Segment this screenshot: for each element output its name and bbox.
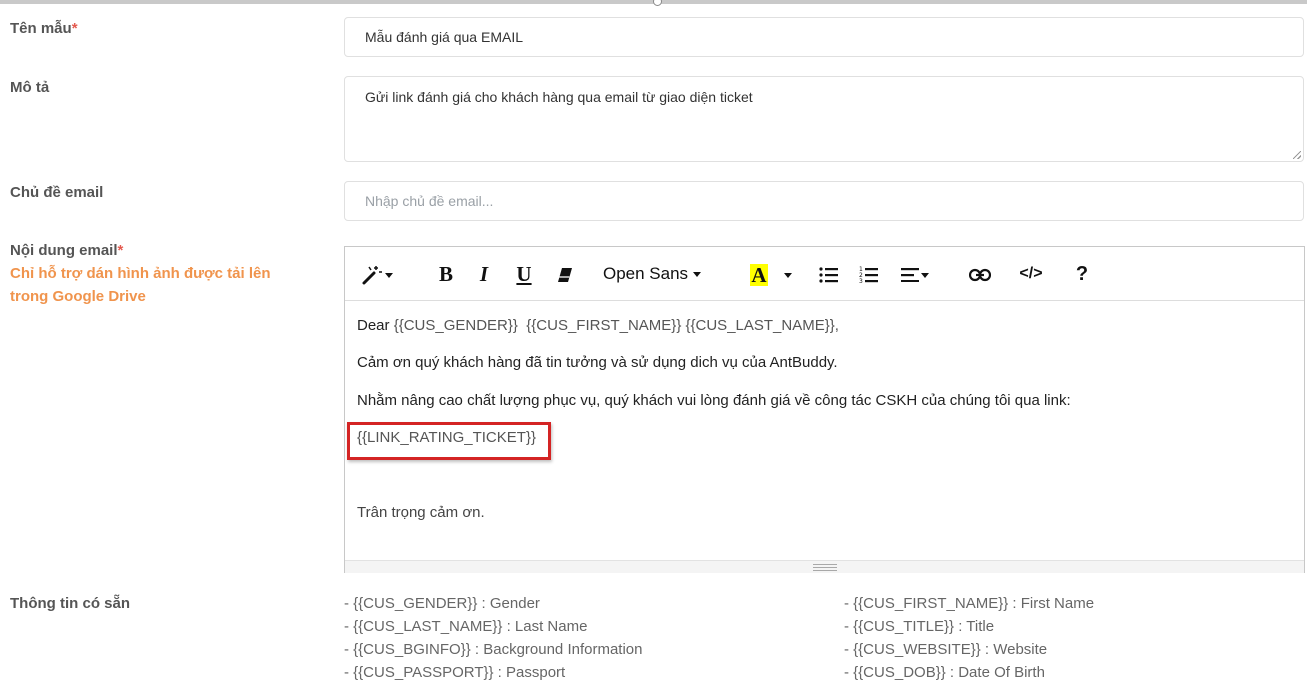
var-list-item: - {{CUS_TITLE}} : Title	[844, 618, 995, 635]
highlight-annotation-box	[347, 422, 551, 460]
editor-toolbar: B I U Open Sans A 1 2 3 </> ?	[345, 247, 1304, 301]
required-mark: *	[71, 20, 78, 37]
description-textarea[interactable]: Gửi link đánh giá cho khách hàng qua ema…	[344, 76, 1304, 162]
text-color-icon[interactable]: A	[747, 260, 771, 288]
email-content-editor[interactable]: B I U Open Sans A 1 2 3 </> ? Dear {{CUS…	[344, 246, 1305, 573]
text-color-glyph: A	[750, 263, 768, 288]
available-vars-right: - {{CUS_FIRST_NAME}} : First Name - {{CU…	[844, 592, 1094, 684]
svg-text:3: 3	[859, 278, 863, 284]
available-info-label: Thông tin có sẵn	[10, 595, 130, 612]
link-icon[interactable]	[967, 260, 993, 288]
var-cus-first-name: {{CUS_FIRST_NAME}}	[526, 317, 682, 334]
var-list-item: - {{CUS_GENDER}} : Gender	[344, 595, 540, 612]
underline-icon[interactable]: U	[511, 260, 537, 288]
email-subject-input[interactable]: Nhập chủ đề email...	[344, 181, 1304, 221]
italic-icon[interactable]: I	[473, 260, 495, 288]
numbered-list-icon[interactable]: 1 2 3	[857, 260, 881, 288]
bulleted-list-icon[interactable]	[817, 260, 841, 288]
required-mark: *	[117, 242, 124, 259]
closing-line: Trân trọng cảm ơn.	[357, 504, 485, 521]
var-list-item: - {{CUS_LAST_NAME}} : Last Name	[344, 618, 588, 635]
align-icon[interactable]	[897, 260, 933, 288]
image-paste-note: Chỉ hỗ trợ dán hình ảnh được tải lên tro…	[10, 265, 271, 305]
var-list-item: - {{CUS_PASSPORT}} : Passport	[344, 664, 566, 681]
var-list-item: - {{CUS_FIRST_NAME}} : First Name	[844, 595, 1095, 612]
top-scroll-divider	[0, 0, 1307, 6]
var-cus-gender: {{CUS_GENDER}}	[393, 317, 518, 334]
template-name-label: Tên mẫu*	[10, 20, 78, 37]
greeting-line: Dear {{CUS_GENDER}} {{CUS_FIRST_NAME}} {…	[357, 317, 839, 334]
email-content-label: Nội dung email*	[10, 242, 124, 259]
help-icon[interactable]: ?	[1071, 260, 1093, 288]
description-label: Mô tả	[10, 79, 50, 96]
request-line: Nhằm nâng cao chất lượng phục vụ, quý kh…	[357, 392, 1071, 409]
font-family-value: Open Sans	[603, 264, 689, 283]
resize-grip-icon[interactable]	[1293, 151, 1301, 159]
bold-icon[interactable]: B	[433, 260, 459, 288]
var-list-item: - {{CUS_BGINFO}} : Background Informatio…	[344, 641, 643, 658]
resize-handle-icon[interactable]	[813, 564, 837, 571]
var-list-item: - {{CUS_DOB}} : Date Of Birth	[844, 664, 1045, 681]
font-family-select[interactable]: Open Sans	[603, 260, 713, 288]
editor-resize-bar[interactable]	[345, 560, 1304, 573]
divider-handle-icon[interactable]	[653, 0, 662, 6]
email-subject-placeholder: Nhập chủ đề email...	[365, 193, 494, 209]
template-name-value: Mẫu đánh giá qua EMAIL	[365, 29, 523, 45]
available-vars-left: - {{CUS_GENDER}} : Gender - {{CUS_LAST_N…	[344, 592, 642, 684]
email-subject-label: Chủ đề email	[10, 184, 104, 201]
code-view-icon[interactable]: </>	[1013, 260, 1049, 288]
eraser-icon[interactable]	[553, 260, 577, 288]
var-list-item: - {{CUS_WEBSITE}} : Website	[844, 641, 1048, 658]
description-value: Gửi link đánh giá cho khách hàng qua ema…	[365, 89, 753, 105]
magic-wand-icon[interactable]	[359, 260, 395, 288]
var-cus-last-name: {{CUS_LAST_NAME}},	[685, 317, 839, 334]
template-name-input[interactable]: Mẫu đánh giá qua EMAIL	[344, 17, 1304, 57]
thanks-line: Cảm ơn quý khách hàng đã tin tưởng và sử…	[357, 354, 838, 371]
text-color-dropdown-icon[interactable]	[779, 260, 795, 288]
